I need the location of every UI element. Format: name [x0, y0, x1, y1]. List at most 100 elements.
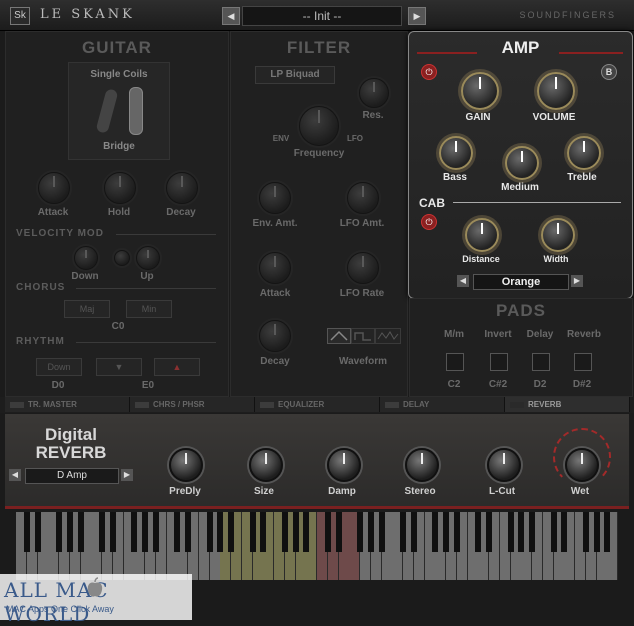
width-knob[interactable] [541, 218, 575, 252]
size-knob[interactable] [249, 448, 283, 482]
predelay-knob[interactable] [169, 448, 203, 482]
black-key[interactable] [378, 512, 385, 552]
lfo-rate-knob[interactable] [347, 252, 379, 284]
filter-attack-knob[interactable] [259, 252, 291, 284]
black-key[interactable] [335, 512, 342, 552]
damp-knob[interactable] [327, 448, 361, 482]
pad-invert[interactable] [490, 353, 508, 371]
amp-b-button[interactable]: B [601, 64, 617, 80]
black-key[interactable] [518, 512, 525, 552]
volume-knob[interactable] [537, 72, 575, 110]
pad-delay[interactable] [532, 353, 550, 371]
velocity-center-knob[interactable] [114, 250, 130, 266]
black-key[interactable] [432, 512, 439, 552]
black-key[interactable] [507, 512, 514, 552]
treble-knob[interactable] [567, 136, 601, 170]
tab-led[interactable] [10, 401, 24, 408]
pickup-selector[interactable]: Single Coils Bridge [68, 62, 170, 160]
black-key[interactable] [109, 512, 116, 552]
black-key[interactable] [99, 512, 105, 552]
filter-type-selector[interactable]: LP Biquad [255, 66, 335, 84]
black-key[interactable] [206, 512, 213, 552]
black-key[interactable] [443, 512, 449, 552]
black-key[interactable] [582, 512, 589, 552]
black-key[interactable] [453, 512, 460, 552]
env-amount-knob[interactable] [259, 182, 291, 214]
rhythm-up-arrow-button[interactable]: ▲ [154, 358, 200, 376]
tab-led[interactable] [260, 401, 274, 408]
attack-knob[interactable] [38, 172, 70, 204]
pad-mm[interactable] [446, 353, 464, 371]
pad-reverb[interactable] [574, 353, 592, 371]
black-key[interactable] [475, 512, 482, 552]
black-key[interactable] [131, 512, 138, 552]
chorus-min-button[interactable]: Min [126, 300, 172, 318]
stereo-knob[interactable] [405, 448, 439, 482]
black-key[interactable] [367, 512, 374, 552]
cab-power-button[interactable]: ⏻ [421, 214, 437, 230]
frequency-knob[interactable] [299, 106, 339, 146]
distance-knob[interactable] [465, 218, 499, 252]
tab-led[interactable] [510, 401, 524, 408]
reverb-preset-next-button[interactable]: ▶ [121, 469, 133, 481]
black-key[interactable] [561, 512, 568, 552]
black-key[interactable] [303, 512, 310, 552]
black-key[interactable] [292, 512, 299, 552]
black-key[interactable] [34, 512, 41, 552]
black-key[interactable] [324, 512, 331, 552]
medium-knob[interactable] [505, 146, 539, 180]
black-key[interactable] [142, 512, 148, 552]
piano-keyboard[interactable] [16, 512, 619, 580]
black-key[interactable] [152, 512, 159, 552]
reverb-preset-selector[interactable]: D Amp [25, 468, 119, 484]
lowcut-knob[interactable] [487, 448, 521, 482]
cab-prev-button[interactable]: ◀ [457, 275, 469, 287]
black-key[interactable] [56, 512, 62, 552]
preset-selector[interactable]: -- Init -- [242, 6, 402, 26]
reverb-preset-prev-button[interactable]: ◀ [9, 469, 21, 481]
tab-led[interactable] [135, 401, 149, 408]
preset-next-button[interactable]: ▶ [408, 7, 426, 25]
bass-knob[interactable] [439, 136, 473, 170]
decay-knob[interactable] [166, 172, 198, 204]
tab-equalizer[interactable]: EQUALIZER [255, 397, 380, 412]
cab-model-selector[interactable]: Orange [473, 274, 569, 290]
chorus-maj-button[interactable]: Maj [64, 300, 110, 318]
black-key[interactable] [357, 512, 363, 552]
black-key[interactable] [185, 512, 191, 552]
resonance-knob[interactable] [359, 78, 389, 108]
waveform-square-button[interactable] [351, 328, 375, 344]
black-key[interactable] [593, 512, 600, 552]
hold-knob[interactable] [104, 172, 136, 204]
black-key[interactable] [486, 512, 492, 552]
tab-reverb[interactable]: REVERB [505, 397, 630, 412]
tab-chrs-phsr[interactable]: CHRS / PHSR [130, 397, 255, 412]
black-key[interactable] [281, 512, 288, 552]
black-key[interactable] [228, 512, 234, 552]
black-key[interactable] [260, 512, 267, 552]
velocity-up-knob[interactable] [136, 246, 160, 270]
rhythm-down-arrow-button[interactable]: ▼ [96, 358, 142, 376]
black-key[interactable] [77, 512, 84, 552]
cab-next-button[interactable]: ▶ [571, 275, 583, 287]
tab-delay[interactable]: DELAY [380, 397, 505, 412]
black-key[interactable] [23, 512, 30, 552]
black-key[interactable] [550, 512, 557, 552]
black-key[interactable] [410, 512, 417, 552]
black-key[interactable] [174, 512, 181, 552]
amp-power-button[interactable]: ⏻ [421, 64, 437, 80]
rhythm-down-button[interactable]: Down [36, 358, 82, 376]
waveform-random-button[interactable] [375, 328, 401, 344]
black-key[interactable] [529, 512, 535, 552]
black-key[interactable] [604, 512, 611, 552]
preset-prev-button[interactable]: ◀ [222, 7, 240, 25]
lfo-amount-knob[interactable] [347, 182, 379, 214]
velocity-down-knob[interactable] [74, 246, 98, 270]
waveform-triangle-button[interactable] [327, 328, 351, 344]
black-key[interactable] [400, 512, 406, 552]
black-key[interactable] [66, 512, 73, 552]
filter-decay-knob[interactable] [259, 320, 291, 352]
tab-led[interactable] [385, 401, 399, 408]
wet-knob[interactable] [565, 448, 599, 482]
black-key[interactable] [217, 512, 224, 552]
